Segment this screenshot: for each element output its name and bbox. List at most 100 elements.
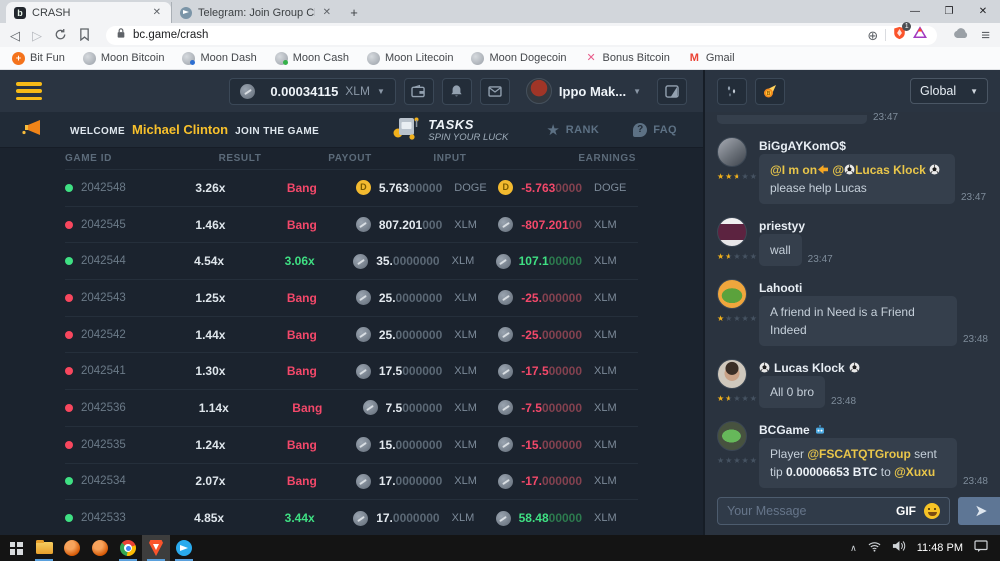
game-history-row[interactable]: 2042544 4.54x 3.06x 35.0000000 XLM 107.1… — [65, 242, 638, 279]
tab-close-icon[interactable]: ✕ — [151, 7, 163, 18]
user-avatar[interactable] — [717, 279, 747, 309]
maximize-button[interactable]: ❐ — [932, 0, 966, 22]
forward-icon[interactable]: ▷ — [32, 29, 42, 42]
orange-app-icon[interactable] — [86, 535, 114, 561]
brave-shield-icon[interactable]: 1 — [893, 26, 906, 45]
message-text: please help Lucas — [770, 181, 867, 195]
user-menu[interactable]: Ippo Mak... ▼ — [526, 78, 641, 104]
messages-button[interactable] — [480, 78, 510, 105]
chat-username[interactable]: BiGgAYKomO$ — [759, 137, 988, 154]
game-history-row[interactable]: 2042542 1.44x Bang 25.0000000 XLM -25.00… — [65, 316, 638, 353]
column-header: GAME ID — [65, 153, 195, 164]
channel-select[interactable]: Global ▼ — [910, 78, 988, 104]
bookmark-item[interactable]: Moon Bitcoin — [83, 52, 165, 65]
chat-toggle-button[interactable] — [657, 78, 687, 105]
bookmark-item[interactable]: + Bit Fun — [12, 52, 65, 65]
game-history-row[interactable]: 2042548 3.26x Bang D 5.76300000 DOGE D -… — [65, 169, 638, 206]
bookmark-icon[interactable] — [79, 28, 90, 43]
game-header: 0.00034115 XLM ▼ Ippo Mak... ▼ — [0, 70, 703, 112]
user-avatar[interactable] — [717, 217, 747, 247]
game-history-row[interactable]: 2042535 1.24x Bang 15.0000000 XLM -15.00… — [65, 426, 638, 463]
user-avatar[interactable] — [717, 359, 747, 389]
page-action-icon[interactable]: ⊕ — [867, 29, 878, 42]
wifi-icon[interactable] — [868, 539, 881, 557]
game-history-row[interactable]: 2042536 1.14x Bang 7.5000000 XLM -7.5000… — [65, 389, 638, 426]
payout-value: Bang — [248, 474, 356, 488]
game-history-row[interactable]: 2042533 4.85x 3.44x 17.0000000 XLM 58.48… — [65, 499, 638, 535]
file-explorer-icon[interactable] — [30, 535, 58, 561]
chat-username[interactable]: Lucas Klock — [759, 359, 988, 376]
user-avatar[interactable] — [717, 421, 747, 451]
game-status-dot — [65, 221, 73, 229]
emoji-button[interactable] — [924, 503, 940, 519]
notifications-button[interactable] — [442, 78, 472, 105]
url-field[interactable]: bc.game/crash ⊕ 1 — [106, 26, 937, 45]
orange-app-icon[interactable] — [58, 535, 86, 561]
game-status-dot — [65, 441, 73, 449]
minimize-button[interactable]: — — [898, 0, 932, 22]
chat-username[interactable]: BCGame — [759, 421, 988, 438]
start-button[interactable] — [2, 535, 30, 561]
currency-label: XLM — [454, 402, 498, 414]
bookmark-item[interactable]: Moon Dogecoin — [471, 52, 566, 65]
game-id: 2042536 — [81, 402, 126, 414]
rank-link[interactable]: ★ RANK — [546, 121, 599, 139]
currency-label: XLM — [452, 255, 496, 267]
currency-label: XLM — [454, 475, 498, 487]
bat-rewards-icon[interactable] — [913, 26, 927, 44]
lock-icon — [116, 26, 126, 44]
bookmark-item[interactable]: Moon Cash — [275, 52, 349, 65]
chat-message: ★★★★★ Lahooti A friend in Need is a Frie… — [717, 279, 988, 346]
message-text: @ — [829, 163, 844, 177]
close-button[interactable]: ✕ — [966, 0, 1000, 22]
send-button[interactable] — [958, 497, 1000, 525]
message-input[interactable] — [727, 504, 888, 518]
menu-icon[interactable]: ≡ — [981, 28, 990, 43]
game-history-row[interactable]: 2042545 1.46x Bang 807.201000 XLM -807.2… — [65, 206, 638, 243]
menu-hamburger-icon[interactable] — [16, 82, 42, 100]
message-text: @FSCATQTGroup — [807, 447, 910, 461]
back-icon[interactable]: ◁ — [10, 29, 20, 42]
reload-icon[interactable] — [54, 28, 67, 43]
brave-icon[interactable] — [142, 535, 170, 561]
faq-link[interactable]: ? FAQ — [633, 123, 677, 137]
gif-button[interactable]: GIF — [896, 504, 916, 518]
telegram-icon[interactable] — [170, 535, 198, 561]
coin-icon — [363, 400, 378, 415]
browser-chrome: b CRASH ✕ Telegram: Join Group Chat ✕ + … — [0, 0, 1000, 70]
chat-username[interactable]: Lahooti — [759, 279, 988, 296]
currency-label: XLM — [454, 329, 498, 341]
game-history-row[interactable]: 2042543 1.25x Bang 25.0000000 XLM -25.00… — [65, 279, 638, 316]
tab-close-icon[interactable]: ✕ — [321, 7, 333, 18]
balance-selector[interactable]: 0.00034115 XLM ▼ — [229, 78, 396, 105]
wallet-button[interactable] — [404, 78, 434, 105]
bookmark-item[interactable]: Moon Dash — [182, 52, 256, 65]
game-history-row[interactable]: 2042541 1.30x Bang 17.5000000 XLM -17.50… — [65, 352, 638, 389]
message-field[interactable]: GIF — [717, 497, 950, 525]
browser-tab[interactable]: b CRASH ✕ — [6, 2, 171, 23]
tray-expand-icon[interactable]: ∧ — [850, 543, 857, 554]
chevron-down-icon: ▼ — [377, 87, 385, 96]
new-tab-button[interactable]: + — [341, 2, 367, 23]
game-history-row[interactable]: 2042534 2.07x Bang 17.0000000 XLM -17.00… — [65, 463, 638, 500]
notification-center-icon[interactable] — [974, 539, 988, 557]
bookmark-item[interactable]: M Gmail — [688, 52, 735, 65]
game-id: 2042533 — [81, 512, 126, 524]
clock[interactable]: 11:48 PM — [917, 542, 963, 554]
earnings-amount: -807.20100 XLM — [498, 217, 638, 232]
browser-tab[interactable]: Telegram: Join Group Chat ✕ — [171, 2, 341, 23]
volume-icon[interactable] — [892, 539, 906, 557]
coin-icon — [356, 327, 371, 342]
tasks-link[interactable]: TASKS SPIN YOUR LUCK — [392, 114, 508, 146]
chat-username[interactable]: priestyy — [759, 217, 988, 234]
bookmark-item[interactable]: Moon Litecoin — [367, 52, 454, 65]
bookmark-item[interactable]: ✕ Bonus Bitcoin — [585, 52, 670, 65]
slot-machine-icon — [392, 114, 420, 146]
user-avatar[interactable] — [717, 137, 747, 167]
tasks-text: TASKS SPIN YOUR LUCK — [428, 117, 508, 143]
coin-drop-button[interactable]: B — [755, 78, 785, 105]
rain-button[interactable] — [717, 78, 747, 105]
cloud-extension-icon[interactable] — [953, 26, 969, 44]
chrome-icon[interactable] — [114, 535, 142, 561]
bookmark-label: Moon Litecoin — [385, 52, 454, 64]
